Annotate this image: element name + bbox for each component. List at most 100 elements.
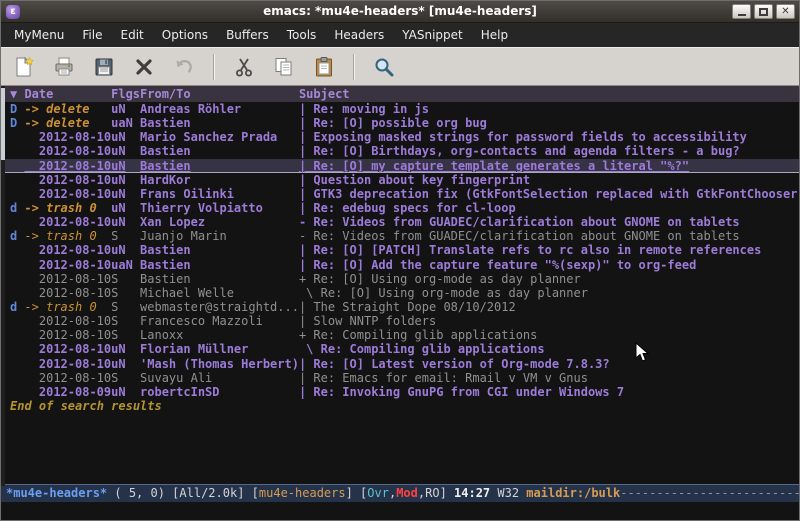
undo-icon bbox=[173, 56, 195, 78]
emacs-icon[interactable]: ε bbox=[6, 5, 20, 19]
message-row[interactable]: 2012-08-10uaNBastien| Re: [O] Add the ca… bbox=[1, 258, 799, 272]
message-row[interactable]: 2012-08-10uN'Mash (Thomas Herbert)| Re: … bbox=[1, 357, 799, 371]
header-line: ▼ Date Flgs From/To Subject bbox=[1, 86, 799, 102]
search-button[interactable] bbox=[371, 53, 397, 81]
message-mark bbox=[10, 357, 24, 371]
menu-item-tools[interactable]: Tools bbox=[278, 24, 326, 46]
column-header-subject[interactable]: Subject bbox=[299, 86, 350, 102]
message-from: Michael Welle bbox=[140, 286, 299, 300]
menu-item-yasnippet[interactable]: YASnippet bbox=[393, 24, 472, 46]
scrollbar-thumb[interactable] bbox=[1, 88, 5, 160]
copy-button[interactable] bbox=[271, 53, 297, 81]
modeline-segment-ro: RO bbox=[425, 486, 439, 500]
menu-item-options[interactable]: Options bbox=[153, 24, 217, 46]
message-row[interactable]: 2012-08-09uNrobertcInSD| Re: Invoking Gn… bbox=[1, 385, 799, 399]
modeline-segment-plain: [All/2.0k] bbox=[172, 486, 251, 500]
message-flags: uN bbox=[111, 215, 140, 229]
message-mark bbox=[10, 385, 24, 399]
modeline-segment-ovr: Ovr bbox=[367, 486, 389, 500]
modeline-segment-plain: ( 5, 0) bbox=[114, 486, 172, 500]
message-flags: uN bbox=[111, 159, 140, 173]
message-row[interactable]: 2012-08-10uNBastien| Re: [O] Birthdays, … bbox=[1, 144, 799, 158]
message-date: -> delete bbox=[24, 116, 111, 130]
menu-item-help[interactable]: Help bbox=[472, 24, 517, 46]
message-row[interactable]: 2012-08-10uNBastien| Re: [O] my capture … bbox=[1, 159, 799, 173]
scrollbar[interactable] bbox=[1, 86, 5, 486]
message-flags: uN bbox=[111, 201, 140, 215]
print-icon bbox=[53, 56, 75, 78]
column-header-from[interactable]: From/To bbox=[140, 86, 299, 102]
maximize-button[interactable] bbox=[754, 4, 773, 19]
menu-item-edit[interactable]: Edit bbox=[112, 24, 153, 46]
message-row[interactable]: 2012-08-10SBastien+ Re: [O] Using org-mo… bbox=[1, 272, 799, 286]
save-button[interactable] bbox=[91, 53, 117, 81]
undo-button[interactable] bbox=[171, 53, 197, 81]
menu-item-file[interactable]: File bbox=[73, 24, 111, 46]
paste-button[interactable] bbox=[311, 53, 337, 81]
window-buttons: ✕ bbox=[732, 4, 795, 19]
message-row[interactable]: d-> trash 0Swebmaster@straightd...| The … bbox=[1, 300, 799, 314]
message-from: 'Mash (Thomas Herbert) bbox=[140, 357, 299, 371]
buffer-empty-space bbox=[1, 413, 799, 484]
close-buffer-button[interactable] bbox=[131, 53, 157, 81]
message-row[interactable]: 2012-08-10SLanoxx+ Re: Compiling glib ap… bbox=[1, 328, 799, 342]
message-subject: | Re: [O] possible org bug bbox=[299, 116, 799, 130]
message-row[interactable]: 2012-08-10SFrancesco Mazzoli| Slow NNTP … bbox=[1, 314, 799, 328]
message-from: Thierry Volpiatto bbox=[140, 201, 299, 215]
minibuffer[interactable] bbox=[1, 502, 799, 520]
sort-indicator-icon[interactable]: ▼ bbox=[10, 86, 24, 102]
message-flags: uaN bbox=[111, 116, 140, 130]
message-date: 2012-08-10 bbox=[24, 187, 111, 201]
close-buffer-icon bbox=[133, 56, 155, 78]
message-from: Bastien bbox=[140, 243, 299, 257]
message-flags: uN bbox=[111, 144, 140, 158]
message-row[interactable]: 2012-08-10uNHardKor| Question about key … bbox=[1, 173, 799, 187]
message-row[interactable]: 2012-08-10uNFrans Oilinki| GTK3 deprecat… bbox=[1, 187, 799, 201]
message-date: -> trash 0 bbox=[24, 229, 111, 243]
modeline-segment-plain: W32 bbox=[497, 486, 526, 500]
modeline-segment-mod: Mod bbox=[396, 486, 418, 500]
message-list: D-> deleteuNAndreas Röhler| Re: moving i… bbox=[1, 102, 799, 399]
close-button[interactable]: ✕ bbox=[776, 4, 795, 19]
title-bar[interactable]: ε emacs: *mu4e-headers* [mu4e-headers] ✕ bbox=[1, 1, 799, 23]
message-row[interactable]: d-> trash 0SJuanjo Marin- Re: Videos fro… bbox=[1, 229, 799, 243]
message-date: 2012-08-10 bbox=[24, 130, 111, 144]
minimize-button[interactable] bbox=[732, 4, 751, 19]
message-flags: S bbox=[111, 272, 140, 286]
message-date: 2012-08-10 bbox=[24, 314, 111, 328]
menu-item-mymenu[interactable]: MyMenu bbox=[5, 24, 73, 46]
modeline-segment-plain: ] bbox=[346, 486, 360, 500]
modeline-segment-path: maildir:/bulk bbox=[526, 486, 620, 500]
print-button[interactable] bbox=[51, 53, 77, 81]
menu-item-buffers[interactable]: Buffers bbox=[217, 24, 278, 46]
message-from: Suvayu Ali bbox=[140, 371, 299, 385]
end-of-results-text: End of search results bbox=[1, 399, 799, 413]
message-row[interactable]: D-> deleteuNAndreas Röhler| Re: moving i… bbox=[1, 102, 799, 116]
toolbar-separator bbox=[213, 54, 215, 80]
column-header-date[interactable]: Date bbox=[24, 86, 111, 102]
message-row[interactable]: d-> trash 0uNThierry Volpiatto| Re: edeb… bbox=[1, 201, 799, 215]
message-subject: \ Re: [O] Using org-mode as day planner bbox=[299, 286, 799, 300]
column-header-flags[interactable]: Flgs bbox=[111, 86, 140, 102]
message-row[interactable]: 2012-08-10uNFlorian Müllner \ Re: Compil… bbox=[1, 342, 799, 356]
message-row[interactable]: 2012-08-10SMichael Welle \ Re: [O] Using… bbox=[1, 286, 799, 300]
message-mark: d bbox=[10, 229, 24, 243]
message-row[interactable]: 2012-08-10uNXan Lopez- Re: Videos from G… bbox=[1, 215, 799, 229]
message-row[interactable]: 2012-08-10uNBastien| Re: [O] [PATCH] Tra… bbox=[1, 243, 799, 257]
message-flags: S bbox=[111, 328, 140, 342]
message-flags: uN bbox=[111, 173, 140, 187]
message-subject: | Re: Emacs for email: Rmail v VM v Gnus bbox=[299, 371, 799, 385]
menu-item-headers[interactable]: Headers bbox=[325, 24, 393, 46]
message-from: Andreas Röhler bbox=[140, 102, 299, 116]
message-subject: | Re: moving in js bbox=[299, 102, 799, 116]
message-row[interactable]: 2012-08-10uNMario Sanchez Prada| Exposin… bbox=[1, 130, 799, 144]
message-mark: D bbox=[10, 116, 24, 130]
message-date: 2012-08-10 bbox=[24, 357, 111, 371]
cut-button[interactable] bbox=[231, 53, 257, 81]
message-mark bbox=[10, 215, 24, 229]
message-mark: D bbox=[10, 102, 24, 116]
new-file-button[interactable] bbox=[11, 53, 37, 81]
message-mark bbox=[10, 187, 24, 201]
message-row[interactable]: 2012-08-10SSuvayu Ali| Re: Emacs for ema… bbox=[1, 371, 799, 385]
message-row[interactable]: D-> deleteuaNBastien| Re: [O] possible o… bbox=[1, 116, 799, 130]
